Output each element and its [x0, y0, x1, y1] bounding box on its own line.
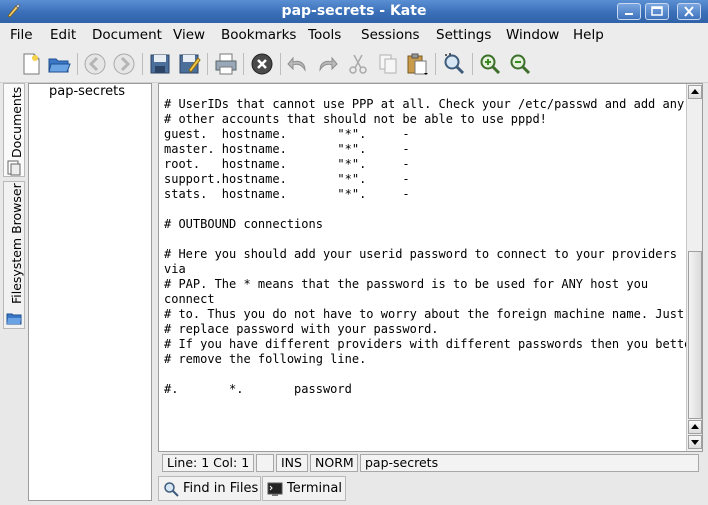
copy-icon[interactable]: [376, 52, 400, 76]
window-title: pap-secrets - Kate: [281, 3, 427, 19]
editor-content[interactable]: # UserIDs that cannot use PPP at all. Ch…: [164, 97, 699, 397]
tab-terminal-label: Terminal: [287, 481, 342, 496]
editor-line[interactable]: support.hostname. "*". -: [164, 172, 699, 187]
editor-vertical-scrollbar[interactable]: [686, 84, 702, 451]
tab-find-in-files[interactable]: Find in Files: [158, 476, 261, 501]
tab-documents[interactable]: Documents: [3, 83, 25, 177]
text-editor[interactable]: # UserIDs that cannot use PPP at all. Ch…: [158, 83, 703, 452]
main-toolbar: [0, 45, 708, 83]
minimize-button[interactable]: [617, 3, 641, 20]
cursor-position: Line: 1 Col: 1: [162, 454, 254, 472]
menu-tools[interactable]: Tools: [308, 27, 341, 43]
editor-line[interactable]: [164, 367, 699, 382]
open-file-icon[interactable]: [47, 52, 71, 76]
menu-window[interactable]: Window: [506, 27, 559, 43]
menu-bookmarks[interactable]: Bookmarks: [221, 27, 296, 43]
save-as-icon[interactable]: [177, 52, 201, 76]
editor-line[interactable]: # Here you should add your userid passwo…: [164, 247, 699, 262]
tab-find-in-files-label: Find in Files: [183, 481, 259, 496]
back-icon[interactable]: [83, 52, 107, 76]
toolbar-separator: [472, 53, 473, 75]
print-icon[interactable]: [214, 52, 238, 76]
menu-help[interactable]: Help: [573, 27, 604, 43]
arrow-down-icon: [691, 440, 699, 445]
toolbar-separator: [77, 53, 78, 75]
scroll-up-button-lower[interactable]: [688, 420, 702, 434]
toolbar-separator: [280, 53, 281, 75]
editor-line[interactable]: # replace password with your password.: [164, 322, 699, 337]
cut-icon[interactable]: [346, 52, 370, 76]
arrow-up-icon: [691, 424, 699, 429]
menu-edit[interactable]: Edit: [50, 27, 76, 43]
editor-line[interactable]: # to. Thus you do not have to worry abou…: [164, 307, 699, 322]
menu-settings[interactable]: Settings: [436, 27, 491, 43]
insert-mode-indicator[interactable]: INS: [276, 454, 308, 472]
editor-line[interactable]: # PAP. The * means that the password is …: [164, 277, 699, 292]
close-window-button[interactable]: [677, 3, 701, 20]
tab-filesystem-browser-label: Filesystem Browser: [9, 183, 24, 304]
sidebar-tab-strip: Documents Filesystem Browser: [0, 83, 27, 503]
maximize-button[interactable]: [645, 3, 669, 20]
scroll-up-button[interactable]: [688, 85, 702, 99]
menu-file[interactable]: File: [10, 27, 33, 43]
editor-line[interactable]: # OUTBOUND connections: [164, 217, 699, 232]
minimize-icon: [625, 13, 633, 15]
editor-line[interactable]: connect: [164, 292, 699, 307]
editor-line[interactable]: via: [164, 262, 699, 277]
editor-line[interactable]: # UserIDs that cannot use PPP at all. Ch…: [164, 97, 699, 112]
new-file-icon[interactable]: [19, 52, 43, 76]
maximize-icon: [651, 6, 663, 16]
terminal-icon: [267, 482, 283, 496]
editor-line[interactable]: # remove the following line.: [164, 352, 699, 367]
tab-filesystem-browser[interactable]: Filesystem Browser: [3, 181, 25, 329]
folder-icon: [6, 313, 22, 325]
zoom-in-icon[interactable]: [478, 52, 502, 76]
status-filename: pap-secrets: [360, 454, 699, 472]
undo-icon[interactable]: [286, 52, 310, 76]
editor-line[interactable]: root. hostname. "*". -: [164, 157, 699, 172]
menu-document[interactable]: Document: [92, 27, 162, 43]
toolbar-separator: [207, 53, 208, 75]
toolbar-separator: [435, 53, 436, 75]
scrollbar-thumb[interactable]: [688, 251, 702, 419]
editor-line[interactable]: stats. hostname. "*". -: [164, 187, 699, 202]
editor-line[interactable]: guest. hostname. "*". -: [164, 127, 699, 142]
toolbar-separator: [243, 53, 244, 75]
menu-view[interactable]: View: [173, 27, 205, 43]
close-icon: [684, 6, 694, 17]
paste-icon[interactable]: [405, 52, 429, 76]
toolbar-separator: [142, 53, 143, 75]
editor-line[interactable]: [164, 202, 699, 217]
editor-line[interactable]: [164, 232, 699, 247]
menu-bar: File Edit Document View Bookmarks Tools …: [0, 23, 708, 45]
tab-terminal[interactable]: Terminal: [262, 476, 346, 501]
editor-line[interactable]: master. hostname. "*". -: [164, 142, 699, 157]
tab-documents-label: Documents: [9, 86, 24, 158]
scroll-down-button[interactable]: [688, 435, 702, 449]
title-bar: pap-secrets - Kate: [0, 0, 708, 23]
menu-sessions[interactable]: Sessions: [361, 27, 420, 43]
editor-line[interactable]: # other accounts that should not be able…: [164, 112, 699, 127]
bottom-tool-tabs: Find in Files Terminal: [158, 476, 706, 503]
find-icon[interactable]: [442, 52, 466, 76]
editor-line[interactable]: # If you have different providers with d…: [164, 337, 699, 352]
forward-icon[interactable]: [112, 52, 136, 76]
close-document-icon[interactable]: [250, 52, 274, 76]
editor-line[interactable]: #. *. password: [164, 382, 699, 397]
modified-indicator: [256, 454, 274, 472]
documents-icon: [7, 160, 21, 176]
selection-mode-indicator[interactable]: NORM: [310, 454, 358, 472]
save-icon[interactable]: [148, 52, 172, 76]
document-list: pap-secrets: [28, 83, 152, 501]
document-list-item[interactable]: pap-secrets: [49, 84, 125, 99]
zoom-out-icon[interactable]: [508, 52, 532, 76]
redo-icon[interactable]: [315, 52, 339, 76]
status-bar: Line: 1 Col: 1 INS NORM pap-secrets: [158, 452, 703, 474]
find-in-files-icon: [164, 482, 179, 497]
arrow-up-icon: [691, 89, 699, 94]
